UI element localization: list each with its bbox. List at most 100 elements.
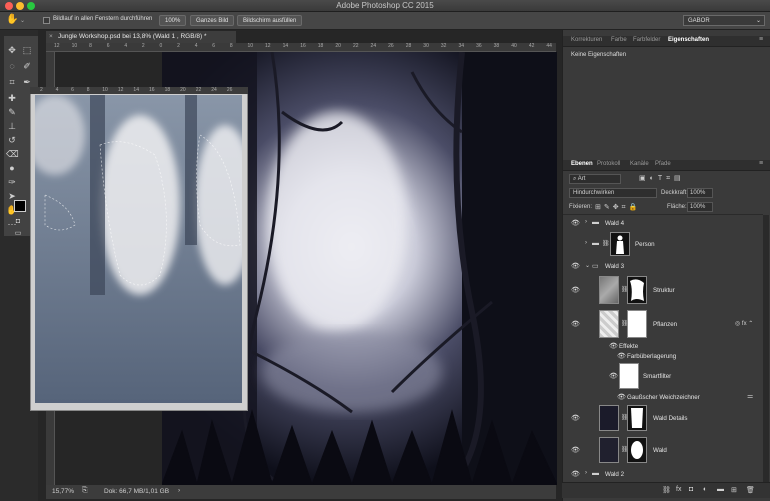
fill-input[interactable]: 100%	[687, 202, 713, 212]
hand-tool-icon[interactable]: ✋	[6, 14, 18, 25]
chevron-right-icon[interactable]: ›	[585, 470, 587, 476]
adjustment-layer-icon[interactable]: ◐	[703, 486, 707, 493]
tab-protokoll[interactable]: Protokoll	[597, 161, 620, 167]
ruler-tick-label: 0	[159, 43, 163, 49]
healing-brush-tool-icon[interactable]: ✚	[6, 92, 18, 104]
stamp-tool-icon[interactable]: ⊥	[6, 120, 18, 132]
lock-icons[interactable]: ⊞✎✥⌗🔒	[595, 203, 640, 212]
new-layer-icon[interactable]: ⊞	[731, 486, 737, 494]
move-tool-icon[interactable]: ✥	[6, 44, 18, 56]
layer-name: Pflanzen	[653, 321, 678, 328]
layer-row[interactable]: › ▬ ⛓ Person	[563, 230, 763, 258]
layer-effect-row[interactable]: 👁 Farbüberlagerung	[563, 351, 763, 361]
layer-mask-thumbnail[interactable]	[627, 276, 647, 304]
tab-kanaele[interactable]: Kanäle	[630, 161, 649, 167]
chevron-right-icon[interactable]: ›	[178, 487, 180, 494]
layer-filter-kind-select[interactable]: ⌕ Art	[569, 174, 621, 184]
layer-thumbnail[interactable]	[599, 310, 619, 338]
opacity-input[interactable]: 100%	[687, 188, 713, 198]
layer-row[interactable]: 👁 › ▬ Wald 4	[563, 217, 763, 229]
eye-icon[interactable]: 👁	[609, 372, 618, 380]
foreground-color-swatch[interactable]	[14, 200, 26, 212]
layer-effects-row[interactable]: 👁 Effekte	[563, 341, 763, 351]
layer-filter-icons[interactable]: ▣◐T⌗▤	[639, 174, 685, 183]
document-tab[interactable]: × Jungle Workshop.psd bei 13,8% (Wald 1 …	[46, 31, 236, 43]
properties-empty-text: Keine Eigenschaften	[571, 52, 627, 58]
share-icon[interactable]: ⎘	[82, 487, 88, 495]
chevron-right-icon[interactable]: ›	[585, 219, 587, 225]
tab-farbe[interactable]: Farbe	[611, 37, 627, 43]
panel-menu-icon[interactable]: ≡	[759, 160, 763, 167]
quick-mask-icon[interactable]: ◘	[12, 216, 24, 228]
blend-mode-select[interactable]: Hindurchwirken	[569, 188, 657, 198]
eye-icon[interactable]: 👁	[571, 446, 580, 454]
ruler-tick-label: 8	[86, 87, 90, 93]
close-icon[interactable]: ×	[49, 31, 53, 43]
layer-mask-thumbnail[interactable]	[627, 437, 647, 463]
eye-icon[interactable]: 👁	[617, 352, 626, 360]
eye-icon[interactable]: 👁	[571, 470, 580, 478]
layer-row[interactable]: 👁 › ▬ Wald 2	[563, 468, 763, 480]
layer-row[interactable]: 👁 ⛓ Struktur	[563, 274, 763, 306]
layer-row[interactable]: 👁 ⛓ Pflanzen ◎ fx ⌃	[563, 308, 763, 340]
status-bar: 15,77% ⎘ Dok: 66,7 MB/1,01 GB ›	[46, 485, 556, 499]
blur-tool-icon[interactable]: ●	[6, 162, 18, 174]
eye-icon[interactable]: 👁	[571, 262, 580, 270]
tab-eigenschaften[interactable]: Eigenschaften	[668, 37, 709, 43]
layer-mask-thumbnail[interactable]	[627, 405, 647, 431]
layer-row[interactable]: 👁 ⛓ Wald	[563, 435, 763, 465]
panel-menu-icon[interactable]: ≡	[759, 36, 763, 43]
layer-thumbnail[interactable]	[599, 437, 619, 463]
layers-scrollbar[interactable]	[763, 215, 769, 485]
properties-tabbar: Korrekturen Farbe Farbfelder Eigenschaft…	[563, 36, 770, 47]
eraser-tool-icon[interactable]: ⌫	[6, 148, 19, 160]
chevron-down-icon[interactable]: ⌄	[585, 262, 590, 269]
layer-row[interactable]: 👁 ⛓ Wald Details	[563, 403, 763, 433]
eye-icon[interactable]: 👁	[571, 219, 580, 227]
tab-farbfelder[interactable]: Farbfelder	[633, 37, 660, 43]
fill-screen-button[interactable]: Bildschirm ausfüllen	[237, 15, 303, 26]
layer-row[interactable]: 👁 ⌄ ▭ Wald 3	[563, 260, 763, 272]
smartfilter-mask-thumbnail[interactable]	[619, 363, 639, 389]
fx-icon[interactable]: fx	[676, 486, 681, 493]
link-layers-icon[interactable]: ⛓	[662, 486, 671, 494]
brush-tool-icon[interactable]: ✎	[6, 106, 18, 118]
layer-thumbnail[interactable]	[599, 405, 619, 431]
eye-icon[interactable]: 👁	[571, 286, 580, 294]
ruler-tick-label: 28	[405, 43, 412, 49]
history-brush-tool-icon[interactable]: ↺	[6, 134, 18, 146]
workspace-select[interactable]: GABOR ⌄	[683, 15, 765, 26]
screen-mode-icon[interactable]: ▭	[12, 228, 24, 240]
eye-icon[interactable]: 👁	[571, 414, 580, 422]
chevron-right-icon[interactable]: ›	[585, 240, 587, 246]
eye-icon[interactable]: 👁	[609, 342, 618, 350]
layers-panel-footer: ⛓ fx ◘ ◐ ▬ ⊞ 🗑	[562, 482, 770, 498]
quick-select-tool-icon[interactable]: ✐	[21, 60, 33, 72]
trash-icon[interactable]: 🗑	[746, 486, 755, 494]
tab-ebenen[interactable]: Ebenen	[571, 161, 593, 167]
tab-pfade[interactable]: Pfade	[655, 161, 671, 167]
lasso-tool-icon[interactable]: ◌	[6, 60, 18, 72]
chevron-down-icon[interactable]: ⌄	[20, 17, 25, 24]
layer-mask-thumbnail[interactable]	[610, 232, 630, 256]
zoom-level[interactable]: 15,77%	[52, 488, 74, 495]
layer-mask-thumbnail[interactable]	[627, 310, 647, 338]
pen-tool-icon[interactable]: ✑	[6, 176, 18, 188]
tab-korrekturen[interactable]: Korrekturen	[571, 37, 602, 43]
smartfilter-row[interactable]: 👁 Smartfilter	[563, 361, 763, 391]
smartfilter-label: Smartfilter	[643, 373, 672, 380]
scroll-all-windows-checkbox[interactable]	[43, 17, 50, 24]
layer-thumbnail[interactable]	[599, 276, 619, 304]
new-group-icon[interactable]: ▬	[717, 486, 724, 493]
fx-badge-icon[interactable]: ◎ fx ⌃	[735, 320, 753, 327]
zoom-100-button[interactable]: 100%	[159, 15, 187, 26]
crop-tool-icon[interactable]: ⌗	[6, 76, 18, 88]
fit-screen-button[interactable]: Ganzes Bild	[190, 15, 235, 26]
eye-icon[interactable]: 👁	[617, 393, 626, 401]
marquee-tool-icon[interactable]: ⬚	[21, 44, 33, 56]
ruler-tick-label: 18	[317, 43, 324, 49]
add-mask-icon[interactable]: ◘	[689, 486, 693, 493]
filter-row[interactable]: 👁 Gaußscher Weichzeichner ⚌	[563, 392, 763, 402]
filter-options-icon[interactable]: ⚌	[747, 392, 753, 400]
eye-icon[interactable]: 👁	[571, 320, 580, 328]
